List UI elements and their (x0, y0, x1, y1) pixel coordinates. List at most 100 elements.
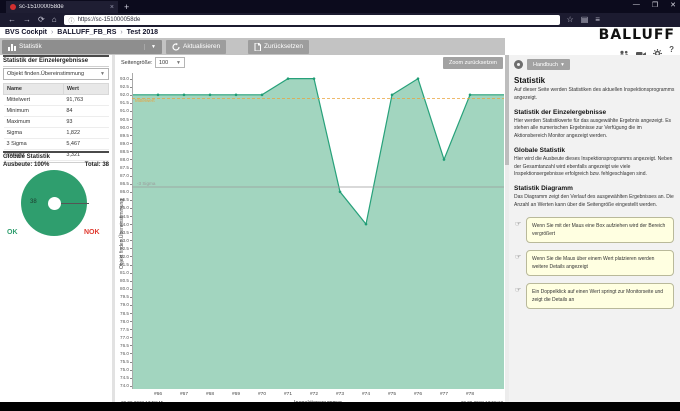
x-tick-label: #77 (434, 392, 454, 397)
x-tick-label: #71 (278, 392, 298, 397)
data-point-marker[interactable] (339, 191, 342, 194)
refresh-button[interactable]: Aktualisieren (166, 40, 226, 54)
refresh-label: Aktualisieren (183, 43, 220, 50)
browser-tab-bar: sc-151000058de × + — ❐ ✕ (0, 0, 680, 13)
help-panel: Handbuch ▾ Statistik Auf dieser Seite we… (509, 55, 680, 402)
bottom-black-bar (0, 402, 680, 411)
minimize-button[interactable]: — (633, 1, 640, 9)
handbook-label: Handbuch (533, 62, 558, 68)
tab-close-icon[interactable]: × (110, 4, 114, 11)
home-icon[interactable]: ⌂ (52, 15, 57, 25)
menu-icon[interactable]: ≡ (595, 15, 600, 25)
breadcrumb-item-program[interactable]: BALLUFF_FB_RS (57, 29, 116, 36)
tab-favicon-icon (10, 4, 16, 10)
sigma-line-label: -3 Sigma (137, 181, 155, 186)
yield-label: Ausbeute: 100% (3, 162, 49, 168)
data-point-marker[interactable] (235, 94, 238, 97)
total-label: Total: 38 (85, 162, 109, 168)
pointer-hand-icon: ☞ (515, 285, 521, 296)
table-row: 3 Sigma5,467 (4, 139, 109, 150)
data-point-marker[interactable] (313, 77, 316, 80)
browser-nav-bar: ← → ⟳ ⌂ ⓘ https://sc-151000058de ☆ ▤ ≡ (0, 13, 680, 27)
x-tick-label: #69 (226, 392, 246, 397)
nok-label: NOK (84, 229, 100, 236)
chevron-down-icon: ▼ (144, 44, 156, 50)
single-results-heading: Statistik der Einzelergebnisse (3, 55, 109, 67)
statistics-side-panel: Statistik der Einzelergebnisse Objekt fi… (0, 55, 112, 402)
chevron-down-icon: ▾ (561, 62, 564, 68)
data-point-marker[interactable] (287, 77, 290, 80)
data-point-marker[interactable] (391, 94, 394, 97)
refresh-icon (172, 43, 180, 51)
help-section-title: Statistik Diagramm (514, 185, 675, 192)
statistik-view-label: Statistik (19, 43, 42, 50)
help-section-title: Statistik der Einzelergebnisse (514, 109, 675, 116)
data-point-marker[interactable] (183, 94, 186, 97)
reload-icon[interactable]: ⟳ (38, 15, 45, 25)
chevron-down-icon: ▼ (100, 71, 105, 77)
bookmark-star-icon[interactable]: ☆ (567, 15, 574, 25)
tab-title: sc-151000058de (19, 4, 107, 10)
data-point-marker[interactable] (365, 223, 368, 226)
bar-chart-icon (8, 43, 16, 51)
tip-text: Ein Doppelklick auf einen Wert springt z… (532, 289, 663, 303)
tip-text: Wenn Sie mit der Maus eine Box aufziehen… (532, 223, 665, 237)
back-icon[interactable]: ← (8, 15, 16, 25)
help-section-title: Globale Statistik (514, 147, 675, 154)
collapse-panel-icon[interactable] (514, 60, 523, 69)
data-point-marker[interactable] (443, 158, 446, 161)
table-row: Sigma1,822 (4, 128, 109, 139)
table-row: Minimum84 (4, 106, 109, 117)
breadcrumb-item-cockpit[interactable]: BVS Cockpit (5, 29, 47, 36)
breadcrumb-separator: › (49, 29, 55, 36)
data-point-marker[interactable] (417, 77, 420, 80)
browser-tab[interactable]: sc-151000058de × (6, 1, 118, 13)
data-point-marker[interactable] (209, 94, 212, 97)
reset-label: Zurücksetzen (264, 43, 303, 50)
x-tick-label: #75 (382, 392, 402, 397)
url-bar[interactable]: ⓘ https://sc-151000058de (64, 15, 560, 25)
table-row: Maximum93 (4, 117, 109, 128)
help-section-body: Das Diagramm zeigt den Verlauf des ausge… (514, 194, 675, 210)
maximize-button[interactable]: ❐ (652, 1, 658, 9)
document-icon (254, 43, 261, 51)
col-header-wert: Wert (63, 84, 108, 95)
data-point-marker[interactable] (157, 94, 160, 97)
help-tip-callout: ☞ Wenn Sie mit der Maus eine Box aufzieh… (526, 217, 674, 243)
y-axis-title: Objekt finden.Übereinstimmung (119, 199, 125, 269)
help-section-body: Hier werden Statistikwerte für das ausge… (514, 118, 675, 141)
application-window: sc-151000058de × + — ❐ ✕ ← → ⟳ ⌂ ⓘ https… (0, 0, 680, 411)
col-header-name: Name (4, 84, 64, 95)
donut-hole (48, 197, 61, 210)
statistics-line-chart[interactable]: 74.074.575.075.576.076.577.077.578.078.5… (115, 55, 505, 402)
x-tick-label: #76 (408, 392, 428, 397)
result-select-value: Objekt finden.Übereinstimmung (7, 71, 84, 77)
help-tip-callout: ☞ Ein Doppelklick auf einen Wert springt… (526, 283, 674, 309)
result-select-dropdown[interactable]: Objekt finden.Übereinstimmung ▼ (3, 68, 109, 80)
site-info-icon[interactable]: ⓘ (69, 16, 75, 25)
close-button[interactable]: ✕ (670, 1, 676, 9)
x-tick-label: #72 (304, 392, 324, 397)
x-tick-label: #70 (252, 392, 272, 397)
table-row: Mittelwert91,763 (4, 95, 109, 106)
ok-nok-donut-chart[interactable]: 38 (18, 170, 90, 236)
data-point-marker[interactable] (261, 94, 264, 97)
window-controls: — ❐ ✕ (633, 1, 676, 9)
new-tab-button[interactable]: + (124, 2, 129, 12)
balluff-logo: BALLUFF (599, 27, 675, 43)
data-point-marker[interactable] (469, 94, 472, 97)
chart-svg (115, 55, 505, 402)
breadcrumb-item-test[interactable]: Test 2018 (127, 29, 158, 36)
breadcrumb: BVS Cockpit › BALLUFF_FB_RS › Test 2018 (5, 29, 158, 36)
x-tick-label: #73 (330, 392, 350, 397)
pointer-hand-icon: ☞ (515, 219, 521, 230)
tip-text: Wenn Sie die Maus über einem Wert platzi… (532, 256, 654, 270)
statistik-view-dropdown[interactable]: Statistik ▼ (2, 40, 162, 54)
reset-button[interactable]: Zurücksetzen (248, 40, 309, 54)
handbook-dropdown-button[interactable]: Handbuch ▾ (527, 59, 570, 70)
help-section-body: Hier wird die Ausbeute dieses Inspektion… (514, 156, 675, 179)
forward-icon[interactable]: → (23, 15, 31, 25)
x-tick-label: #68 (200, 392, 220, 397)
help-tip-callout: ☞ Wenn Sie die Maus über einem Wert plat… (526, 250, 674, 276)
library-icon[interactable]: ▤ (581, 15, 589, 25)
